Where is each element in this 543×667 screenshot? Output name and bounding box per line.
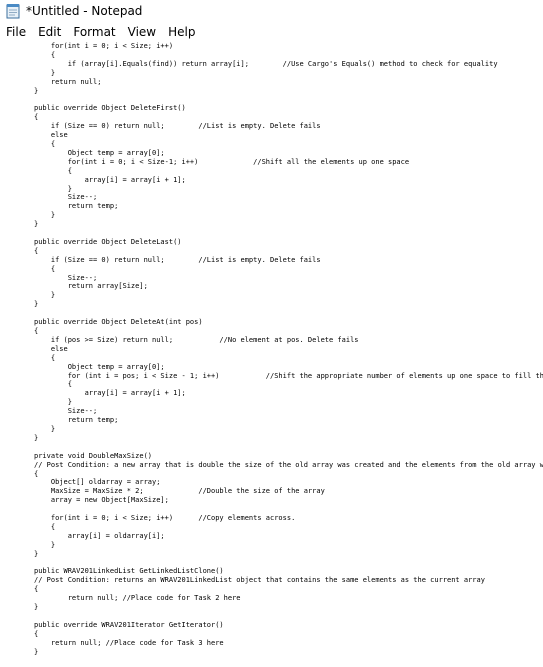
text-editor[interactable]: for(int i = 0; i < Size; i++) { if (arra… (0, 42, 543, 667)
editor-line: } (34, 300, 39, 309)
editor-line: { (34, 50, 56, 59)
editor-line: } (34, 291, 56, 300)
editor-line: public override Object DeleteLast() (34, 237, 182, 246)
menu-format[interactable]: Format (67, 22, 121, 42)
menu-file[interactable]: File (0, 22, 32, 42)
menu-help[interactable]: Help (162, 22, 201, 42)
editor-line: } (34, 211, 56, 220)
editor-line: Object temp = array[0]; (34, 148, 165, 157)
editor-line: Object temp = array[0]; (34, 362, 165, 371)
editor-line: public WRAV201LinkedList GetLinkedListCl… (34, 567, 224, 576)
editor-line: array = new Object[MaxSize]; (34, 496, 169, 505)
editor-line: return null; //Place code for Task 2 her… (34, 594, 241, 603)
editor-line: array[i] = oldarray[i]; (34, 531, 165, 540)
editor-line: Size--; (34, 273, 98, 282)
editor-line: { (34, 139, 56, 148)
editor-line: } (34, 549, 39, 558)
editor-line: } (34, 433, 39, 442)
editor-line: { (34, 585, 39, 594)
editor-line: return null; //Place code for Task 3 her… (34, 638, 224, 647)
editor-text[interactable]: for(int i = 0; i < Size; i++) { if (arra… (34, 42, 543, 657)
editor-line: public override Object DeleteAt(int pos) (34, 318, 203, 327)
title-bar: *Untitled - Notepad (0, 0, 543, 22)
editor-line: { (34, 522, 56, 531)
editor-line: } (34, 86, 39, 95)
editor-line: } (34, 540, 56, 549)
editor-line: } (34, 398, 72, 407)
editor-line: } (34, 647, 39, 656)
editor-line: } (34, 603, 39, 612)
editor-line: { (34, 353, 56, 362)
editor-line: return null; (34, 77, 102, 86)
editor-line: { (34, 113, 39, 122)
notepad-icon (6, 3, 20, 19)
editor-line: { (34, 264, 56, 273)
editor-line: if (Size == 0) return null; //List is em… (34, 255, 321, 264)
editor-line: { (34, 166, 72, 175)
editor-line: { (34, 246, 39, 255)
menu-bar: File Edit Format View Help (0, 22, 543, 42)
editor-line: Size--; (34, 407, 98, 416)
editor-line: array[i] = array[i + 1]; (34, 389, 186, 398)
editor-line: if (array[i].Equals(find)) return array[… (34, 59, 498, 68)
editor-line: public override WRAV201Iterator GetItera… (34, 620, 224, 629)
menu-view[interactable]: View (122, 22, 162, 42)
window-title: *Untitled - Notepad (26, 4, 143, 18)
editor-line: { (34, 380, 72, 389)
editor-line: Object[] oldarray = array; (34, 478, 161, 487)
editor-line: return array[Size]; (34, 282, 148, 291)
editor-line: private void DoubleMaxSize() (34, 451, 153, 460)
editor-line: for (int i = pos; i < Size - 1; i++) //S… (34, 371, 543, 380)
editor-line: // Post Condition: returns an WRAV201Lin… (34, 576, 485, 585)
editor-line: } (34, 220, 39, 229)
editor-line: return temp; (34, 202, 119, 211)
editor-line: for(int i = 0; i < Size; i++) (34, 42, 174, 50)
editor-line: public override Object DeleteFirst() (34, 104, 186, 113)
editor-line: return temp; (34, 416, 119, 425)
editor-line: if (pos >= Size) return null; //No eleme… (34, 335, 359, 344)
editor-line: } (34, 68, 56, 77)
editor-line: for(int i = 0; i < Size; i++) //Copy ele… (34, 514, 296, 523)
editor-line: { (34, 327, 39, 335)
editor-line: array[i] = array[i + 1]; (34, 175, 186, 184)
editor-line: } (34, 184, 72, 193)
editor-line: if (Size == 0) return null; //List is em… (34, 122, 321, 131)
editor-line: else (34, 131, 68, 140)
editor-line: MaxSize = MaxSize * 2; //Double the size… (34, 487, 325, 496)
editor-line: // Post Condition: a new array that is d… (34, 460, 543, 469)
editor-line: else (34, 344, 68, 353)
editor-line: { (34, 469, 39, 478)
editor-line: Size--; (34, 193, 98, 202)
editor-line: for(int i = 0; i < Size-1; i++) //Shift … (34, 157, 410, 166)
editor-line: } (34, 424, 56, 433)
editor-line: { (34, 629, 39, 638)
menu-edit[interactable]: Edit (32, 22, 67, 42)
